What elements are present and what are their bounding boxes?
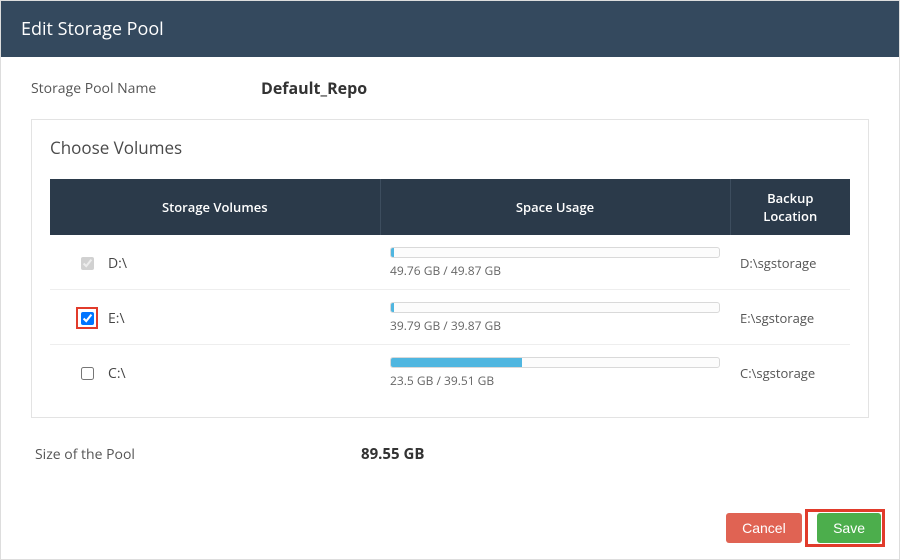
volume-row: E:\ 39.79 GB / 39.87 GB E:\sgstorage: [50, 290, 850, 345]
volumes-table: Storage Volumes Space Usage Backup Locat…: [50, 179, 850, 399]
backup-location: D:\sgstorage: [730, 235, 850, 290]
volume-name: E:\: [108, 309, 125, 328]
volume-name: D:\: [108, 254, 127, 273]
pool-size-label: Size of the Pool: [31, 445, 361, 464]
volume-name: C:\: [108, 364, 126, 383]
save-button[interactable]: Save: [817, 513, 881, 543]
space-usage-bar: [390, 302, 720, 313]
space-usage-bar: [390, 357, 720, 368]
volume-checkbox: [81, 257, 94, 270]
edit-storage-pool-dialog: Edit Storage Pool Storage Pool Name Defa…: [0, 0, 900, 560]
volume-row: C:\ 23.5 GB / 39.51 GB C:\sgstorage: [50, 345, 850, 400]
dialog-footer: Cancel Save: [1, 499, 899, 559]
col-space-usage: Space Usage: [380, 179, 730, 235]
pool-name-label: Storage Pool Name: [31, 79, 261, 98]
dialog-body: Storage Pool Name Default_Repo Choose Vo…: [1, 57, 899, 499]
space-usage-bar: [390, 247, 720, 258]
choose-volumes-title: Choose Volumes: [50, 132, 850, 179]
space-usage-text: 39.79 GB / 39.87 GB: [390, 317, 720, 334]
space-usage-text: 49.76 GB / 49.87 GB: [390, 262, 720, 279]
pool-size-value: 89.55 GB: [361, 444, 424, 464]
dialog-title: Edit Storage Pool: [1, 1, 899, 57]
backup-location: E:\sgstorage: [730, 290, 850, 345]
pool-name-value: Default_Repo: [261, 77, 367, 99]
col-backup-location: Backup Location: [730, 179, 850, 235]
choose-volumes-panel: Choose Volumes Storage Volumes Space Usa…: [31, 119, 869, 418]
volume-checkbox[interactable]: [81, 367, 94, 380]
space-usage-text: 23.5 GB / 39.51 GB: [390, 372, 720, 389]
volume-row: D:\ 49.76 GB / 49.87 GB D:\sgstorage: [50, 235, 850, 290]
col-storage-volumes: Storage Volumes: [50, 179, 380, 235]
volume-checkbox[interactable]: [81, 312, 94, 325]
backup-location: C:\sgstorage: [730, 345, 850, 400]
cancel-button[interactable]: Cancel: [726, 513, 802, 543]
